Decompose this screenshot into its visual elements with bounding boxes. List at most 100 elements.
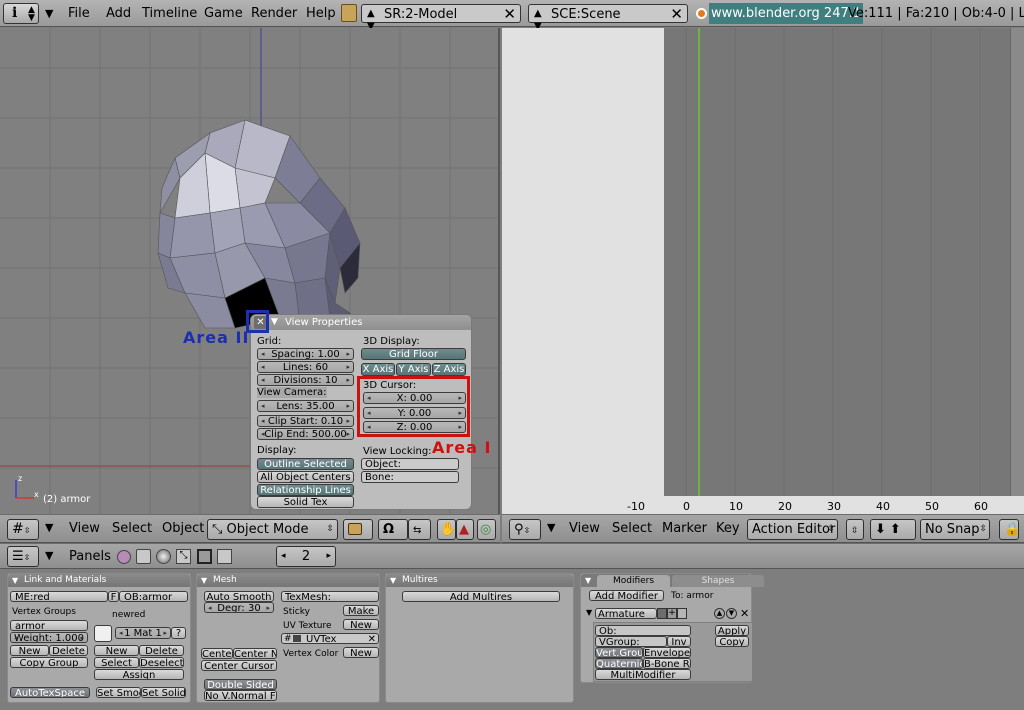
render-toggle-icon[interactable] (657, 608, 667, 619)
collapse-arrow-icon[interactable]: ▼ (586, 608, 592, 617)
action-editor-timeline[interactable] (664, 28, 1024, 514)
script-context-icon[interactable] (136, 549, 151, 564)
b-bone-toggle[interactable]: B-Bone Re (643, 658, 691, 669)
spacing-field[interactable]: ◂ Spacing: 1.00 ▸ (257, 348, 354, 360)
material-color-swatch[interactable] (94, 625, 112, 642)
material-index-field[interactable]: ◂ 1 Mat 1 ▸ (115, 627, 171, 639)
logic-context-icon[interactable] (117, 550, 131, 564)
editor-mode-selector[interactable]: Action Editor ⇳ (747, 519, 838, 540)
apply-modifier-button[interactable]: Apply (715, 625, 749, 636)
collapse-menu-icon[interactable]: ▼ (45, 521, 53, 534)
close-icon[interactable]: ✕ (670, 5, 683, 23)
y-axis-toggle[interactable]: Y Axis (396, 363, 431, 376)
manipulator-rotate-button[interactable]: ◎ (477, 519, 496, 540)
url-link[interactable]: www.blender.org 247.1 (709, 3, 864, 24)
clip-end-field[interactable]: ◂ Clip End: 500.00 ▸ (257, 428, 354, 440)
collapse-menu-icon[interactable]: ▼ (45, 549, 53, 562)
menu-file[interactable]: File (68, 6, 90, 21)
menu-view[interactable]: View (69, 521, 100, 536)
close-icon[interactable]: ✕ (740, 607, 749, 620)
auto-smooth-toggle[interactable]: Auto Smooth (204, 591, 274, 602)
collapse-menu-icon[interactable]: ▼ (547, 521, 555, 534)
object-name-field[interactable]: OB:armor (119, 591, 188, 602)
shading-context-icon[interactable] (156, 549, 171, 564)
grid-floor-toggle[interactable]: Grid Floor (361, 348, 466, 360)
no-vnormal-flip-toggle[interactable]: No V.Normal Flip (204, 690, 277, 701)
copy-modifier-button[interactable]: Copy (715, 636, 749, 647)
multimodifier-toggle[interactable]: MultiModifier (595, 669, 691, 680)
vertex-group-name-field[interactable]: armor (10, 620, 88, 631)
menu-add[interactable]: Add (106, 6, 131, 21)
modifier-name-field[interactable]: Armature (595, 608, 657, 619)
weight-field[interactable]: ◂ Weight: 1.000 ▸ (10, 632, 88, 643)
vertical-scrollbar[interactable] (1010, 28, 1024, 496)
copy-group-button[interactable]: Copy Group (10, 657, 88, 668)
action-editor-channels[interactable] (502, 28, 664, 514)
divisions-field[interactable]: ◂ Divisions: 10 ▸ (257, 374, 354, 386)
move-down-icon[interactable]: ▼ (726, 608, 737, 619)
cage-toggle-icon[interactable] (677, 608, 687, 619)
add-modifier-button[interactable]: Add Modifier (589, 590, 664, 601)
scene-selector[interactable]: ▲ ▼ SCE:Scene ✕ (528, 4, 688, 32)
scene-context-icon[interactable] (217, 549, 232, 564)
panel-header[interactable]: ▼ Mesh (197, 574, 379, 587)
assign-material-button[interactable]: Assign (94, 669, 184, 680)
fake-user-button[interactable]: F (108, 591, 119, 602)
new-vertex-group-button[interactable]: New (10, 645, 49, 656)
inv-toggle[interactable]: Inv (667, 636, 691, 647)
center-button[interactable]: Center (201, 648, 233, 659)
editing-context-icon[interactable] (197, 549, 212, 564)
lock-object-field[interactable]: Object: (361, 458, 459, 470)
vgroup-field[interactable]: VGroup: (595, 636, 667, 647)
degr-field[interactable]: ◂ Degr: 30 ▸ (204, 602, 274, 613)
envelopes-toggle[interactable]: Envelopes (643, 647, 691, 658)
pivot-selector[interactable]: Ω (378, 519, 408, 540)
screen-selector[interactable]: ▲ ▼ SR:2-Model ✕ (361, 4, 521, 32)
collapse-arrow-icon[interactable]: ▼ (271, 317, 278, 327)
menu-help[interactable]: Help (306, 6, 336, 21)
mesh-name-field[interactable]: ME:red (10, 591, 108, 602)
x-axis-toggle[interactable]: X Axis (361, 363, 395, 376)
material-help-button[interactable]: ? (171, 627, 186, 639)
texmesh-field[interactable]: TexMesh: (281, 591, 379, 602)
menu-game[interactable]: Game (204, 6, 243, 21)
relationship-lines-toggle[interactable]: Relationship Lines (257, 484, 354, 496)
autotexspace-toggle[interactable]: AutoTexSpace (10, 687, 90, 698)
tab-shapes[interactable]: Shapes (672, 575, 764, 587)
copy-pose-buttons[interactable]: ⬇ ⬆ (870, 519, 916, 540)
menu-timeline[interactable]: Timeline (142, 6, 197, 21)
manipulator-translate-button[interactable]: ▲ (456, 519, 474, 540)
menu-view[interactable]: View (569, 521, 600, 536)
new-uv-texture-button[interactable]: New (343, 619, 379, 630)
menu-render[interactable]: Render (251, 6, 297, 21)
delete-vertex-group-button[interactable]: Delete (49, 645, 88, 656)
lines-field[interactable]: ◂ Lines: 60 ▸ (257, 361, 354, 373)
collapse-menu-icon[interactable]: ▼ (45, 7, 53, 20)
new-vertex-color-button[interactable]: New (343, 647, 379, 658)
all-object-centers-toggle[interactable]: All Object Centers (257, 471, 354, 483)
lock-bone-field[interactable]: Bone: (361, 471, 459, 483)
menu-marker[interactable]: Marker (662, 521, 707, 536)
screen-type-icon[interactable] (341, 4, 357, 22)
manipulator-hand-button[interactable]: ✋ (437, 519, 456, 540)
object-context-icon[interactable]: ⤡ (176, 549, 191, 564)
deselect-material-button[interactable]: Deselect (139, 657, 184, 668)
move-up-icon[interactable]: ▲ (714, 608, 725, 619)
add-multires-button[interactable]: Add Multires (402, 591, 560, 602)
panel-header[interactable]: ▼ Multires (386, 574, 573, 587)
uvtex-layer-field[interactable]: # UVTex ✕ (281, 633, 379, 644)
center-new-button[interactable]: Center New (233, 648, 277, 659)
quaternion-toggle[interactable]: Quaternion (595, 658, 643, 669)
action-browse-button[interactable]: ⇳ (846, 519, 864, 540)
panel-header[interactable]: ▼ Link and Materials (8, 574, 190, 587)
set-solid-button[interactable]: Set Solid (141, 687, 186, 698)
editmode-toggle-icon[interactable]: + (667, 608, 677, 619)
mode-selector[interactable]: ⤡ Object Mode ⇳ (207, 519, 338, 540)
center-cursor-button[interactable]: Center Cursor (201, 660, 277, 671)
tab-modifiers[interactable]: Modifiers (597, 575, 670, 587)
make-sticky-button[interactable]: Make (343, 605, 379, 616)
transform-buttons[interactable]: ⇆ (408, 519, 431, 540)
clip-start-field[interactable]: ◂ Clip Start: 0.10 ▸ (257, 415, 354, 427)
menu-object[interactable]: Object (162, 521, 204, 536)
lens-field[interactable]: ◂ Lens: 35.00 ▸ (257, 400, 354, 412)
